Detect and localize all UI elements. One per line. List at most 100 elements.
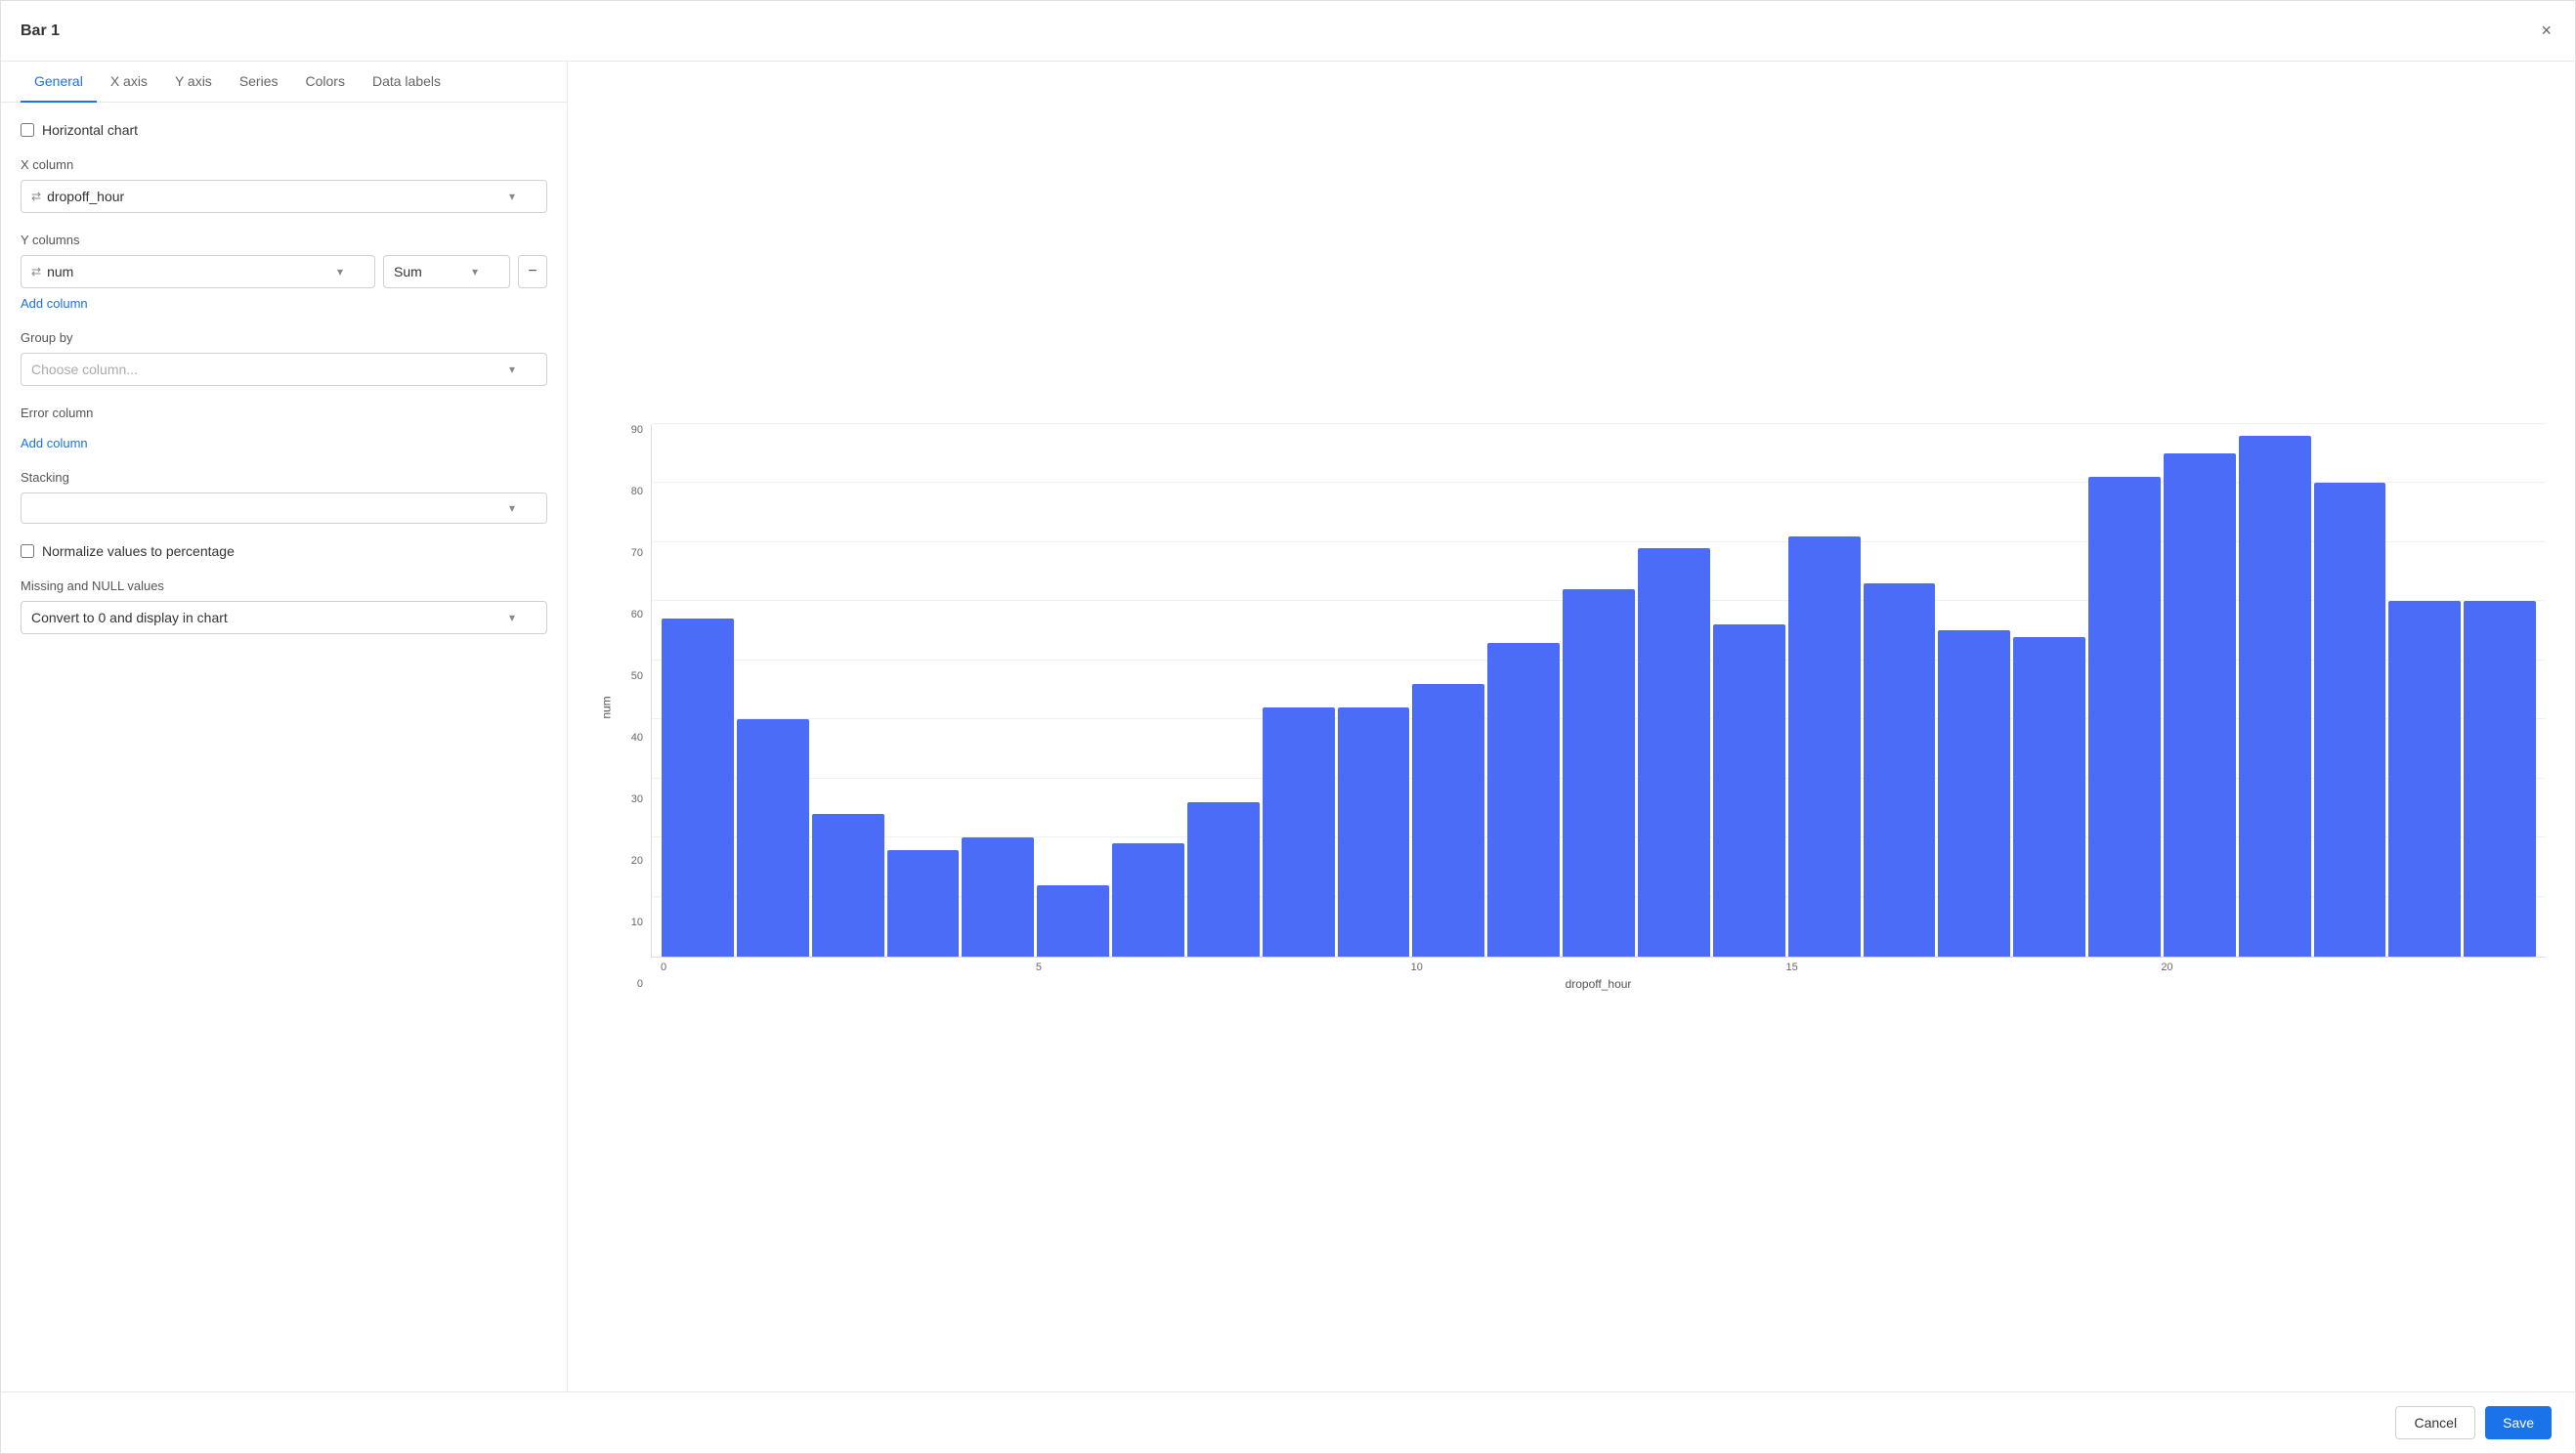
missing-null-select[interactable]: Convert to 0 and display in chart ▾ (21, 601, 547, 634)
chart-container: num 9080706050403020100 05101520 dropoff… (597, 424, 2546, 1030)
y-axis-label: 20 (631, 855, 643, 867)
x-axis-label (1936, 962, 2011, 973)
x-axis-label (2236, 962, 2311, 973)
x-axis-label: 20 (2161, 962, 2236, 973)
y-axis-label: 30 (631, 793, 643, 805)
x-column-select-wrapper: ⇄ dropoff_hour ▾ (21, 180, 547, 213)
x-axis-title: dropoff_hour (651, 977, 2546, 991)
y-axis-label: 80 (631, 486, 643, 497)
tab-general[interactable]: General (21, 62, 97, 103)
bar (662, 619, 734, 956)
x-axis-label: 10 (1411, 962, 1486, 973)
save-button[interactable]: Save (2485, 1406, 2552, 1439)
x-axis-label (1861, 962, 1936, 973)
normalize-checkbox[interactable] (21, 544, 34, 558)
y-axis-title-container: num (597, 424, 617, 991)
stacking-label: Stacking (21, 470, 547, 485)
x-axis-label (1185, 962, 1261, 973)
add-y-column-link[interactable]: Add column (21, 296, 88, 311)
x-axis-label (2386, 962, 2462, 973)
error-column-group: Error column Add column (21, 406, 547, 450)
tab-series[interactable]: Series (226, 62, 292, 103)
dialog-header: Bar 1 × (1, 1, 2575, 62)
left-panel: General X axis Y axis Series Colors Data… (1, 62, 568, 1391)
x-axis-label (1561, 962, 1636, 973)
x-axis-label (1636, 962, 1711, 973)
bar (2314, 483, 2386, 956)
horizontal-chart-row: Horizontal chart (21, 122, 547, 138)
y-axis-label: 0 (637, 978, 643, 990)
tab-data-labels[interactable]: Data labels (359, 62, 454, 103)
agg-select[interactable]: Sum ▾ (383, 255, 510, 288)
group-by-select-wrapper: Choose column... ▾ (21, 353, 547, 386)
y-axis-label: 40 (631, 732, 643, 744)
missing-null-group: Missing and NULL values Convert to 0 and… (21, 578, 547, 634)
horizontal-chart-checkbox[interactable] (21, 123, 34, 137)
stacking-chevron-icon: ▾ (509, 501, 515, 515)
x-axis-label (961, 962, 1036, 973)
missing-null-select-wrapper: Convert to 0 and display in chart ▾ (21, 601, 547, 634)
agg-select-wrapper: Sum ▾ (383, 255, 510, 288)
x-axis-label (885, 962, 961, 973)
stacking-select[interactable]: ▾ (21, 492, 547, 524)
bar (1263, 707, 1335, 956)
y-column-chevron-icon: ▾ (337, 265, 343, 278)
tab-x-axis[interactable]: X axis (97, 62, 161, 103)
x-axis-label: 0 (661, 962, 736, 973)
group-by-chevron-icon: ▾ (509, 363, 515, 376)
x-axis-label (2086, 962, 2162, 973)
y-axis-title: num (600, 696, 614, 718)
bar (1112, 843, 1184, 956)
x-column-select[interactable]: ⇄ dropoff_hour ▾ (21, 180, 547, 213)
group-by-label: Group by (21, 330, 547, 345)
chart-inner: 05101520 dropoff_hour (651, 424, 2546, 991)
y-axis-label: 70 (631, 547, 643, 559)
group-by-select[interactable]: Choose column... ▾ (21, 353, 547, 386)
x-axis-labels: 05101520 (651, 958, 2546, 973)
bar (2464, 601, 2536, 956)
bar (1487, 643, 1560, 957)
missing-null-label: Missing and NULL values (21, 578, 547, 593)
x-axis-label (1111, 962, 1186, 973)
y-column-select-wrapper: ⇄ num ▾ (21, 255, 375, 288)
x-axis-label (2311, 962, 2386, 973)
dialog-title: Bar 1 (21, 22, 60, 40)
remove-y-column-button[interactable]: − (518, 255, 547, 288)
stacking-group: Stacking ▾ (21, 470, 547, 524)
x-axis-label (736, 962, 811, 973)
group-by-group: Group by Choose column... ▾ (21, 330, 547, 386)
normalize-label: Normalize values to percentage (42, 543, 235, 559)
y-column-icon: ⇄ (31, 265, 41, 278)
x-axis-label (811, 962, 886, 973)
x-column-chevron-icon: ▾ (509, 190, 515, 203)
tab-y-axis[interactable]: Y axis (161, 62, 226, 103)
tab-colors[interactable]: Colors (292, 62, 359, 103)
panel-content: Horizontal chart X column ⇄ dropoff_hour… (1, 103, 567, 1391)
cancel-button[interactable]: Cancel (2395, 1406, 2475, 1439)
y-column-select[interactable]: ⇄ num ▾ (21, 255, 375, 288)
add-error-column-link[interactable]: Add column (21, 436, 88, 450)
bar (1713, 624, 1785, 956)
y-column-value: num (47, 264, 73, 279)
chart-area: num 9080706050403020100 05101520 dropoff… (597, 424, 2546, 991)
error-column-label: Error column (21, 406, 547, 420)
x-axis-label (1336, 962, 1411, 973)
bar (2164, 453, 2236, 957)
y-axis-label: 90 (631, 424, 643, 436)
dialog: Bar 1 × General X axis Y axis Series Col… (0, 0, 2576, 1454)
bar (1788, 536, 1861, 957)
bar (2239, 436, 2311, 957)
bar (2088, 477, 2161, 957)
bar (1938, 630, 2010, 956)
right-panel: num 9080706050403020100 05101520 dropoff… (568, 62, 2575, 1391)
bar (1864, 583, 1936, 957)
x-column-group: X column ⇄ dropoff_hour ▾ (21, 157, 547, 213)
dialog-footer: Cancel Save (1, 1391, 2575, 1453)
missing-null-chevron-icon: ▾ (509, 611, 515, 624)
x-axis-label (2011, 962, 2086, 973)
y-column-value-display: ⇄ num (31, 264, 73, 279)
close-button[interactable]: × (2537, 17, 2555, 45)
bar (887, 850, 960, 957)
x-axis-label (1711, 962, 1786, 973)
y-columns-label: Y columns (21, 233, 547, 247)
